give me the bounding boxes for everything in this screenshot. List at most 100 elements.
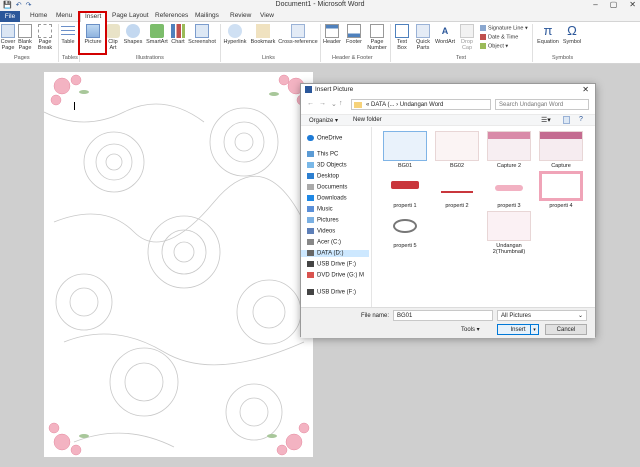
preview-pane-icon[interactable] (563, 116, 570, 124)
maximize-icon[interactable]: ▢ (610, 0, 618, 9)
smartart-button[interactable]: SmartArt (146, 24, 168, 45)
nav-item-acer-c[interactable]: Acer (C:) (307, 239, 341, 246)
thumbnail-image (383, 131, 427, 161)
cancel-button[interactable]: Cancel (545, 324, 587, 335)
nav-item-this-pc[interactable]: This PC (307, 151, 338, 158)
wordart-button[interactable]: A WordArt (434, 24, 456, 45)
tab-menu[interactable]: Menu (56, 12, 72, 19)
insert-label: Insert (510, 327, 526, 333)
footer-button[interactable]: Footer (344, 24, 364, 45)
file-item[interactable]: properti 2 (435, 171, 479, 209)
insert-dropdown-icon[interactable]: ▾ (530, 325, 538, 334)
file-item[interactable]: BG02 (435, 131, 479, 169)
tab-page-layout[interactable]: Page Layout (112, 12, 149, 19)
cover-page-button[interactable]: Cover Page (0, 24, 16, 51)
footer-label: Footer (346, 39, 362, 45)
nav-item-documents[interactable]: Documents (307, 184, 347, 191)
nav-item-onedrive[interactable]: OneDrive (307, 135, 342, 142)
page-number-button[interactable]: Page Number (366, 24, 388, 51)
view-options-icon[interactable]: ☰▾ (541, 116, 551, 124)
object-button[interactable]: Object ▾ (480, 43, 508, 49)
file-item[interactable]: BG01 (383, 131, 427, 169)
nav-item-dvd-g[interactable]: DVD Drive (G:) M (307, 272, 364, 279)
document-page[interactable] (44, 72, 313, 457)
close-icon[interactable]: ✕ (629, 0, 636, 9)
drop-cap-button[interactable]: Drop Cap (456, 24, 478, 51)
file-type-select[interactable]: All Pictures ⌄ (497, 310, 587, 321)
insert-picture-dialog: Insert Picture ✕ ← → ⌄ ↑ « DATA (... › U… (300, 83, 596, 338)
tab-references[interactable]: References (155, 12, 188, 19)
up-icon[interactable]: ↑ (339, 100, 343, 107)
text-box-button[interactable]: Text Box (392, 24, 412, 51)
file-item[interactable]: properti 1 (383, 171, 427, 209)
tab-mailings[interactable]: Mailings (195, 12, 219, 19)
hyperlink-button[interactable]: Hyperlink (222, 24, 248, 45)
page-break-icon (38, 24, 52, 38)
thumbnail-image (383, 211, 427, 241)
screenshot-button[interactable]: Screenshot (188, 24, 216, 45)
search-input[interactable]: Search Undangan Word (495, 99, 589, 110)
chart-button[interactable]: Chart (170, 24, 186, 45)
equation-button[interactable]: π Equation (536, 23, 560, 46)
blank-page-button[interactable]: Blank Page (16, 24, 34, 51)
nav-item-usb-f-2[interactable]: USB Drive (F:) (307, 289, 356, 296)
tab-review[interactable]: Review (230, 12, 251, 19)
cross-reference-button[interactable]: Cross-reference (278, 24, 318, 45)
object-icon (480, 43, 486, 49)
quick-parts-button[interactable]: Quick Parts (412, 24, 434, 51)
file-name-field[interactable]: BG01 (393, 310, 493, 321)
organize-button[interactable]: Organize ▾ (309, 117, 338, 124)
forward-icon[interactable]: → (319, 100, 326, 107)
clip-art-button[interactable]: Clip Art (106, 24, 120, 51)
file-item[interactable]: Undangan 2(Thumbnail) (487, 211, 531, 255)
file-item[interactable]: Capture 2 (487, 131, 531, 169)
help-icon[interactable]: ? (579, 116, 583, 123)
file-item[interactable]: properti 5 (383, 211, 427, 249)
file-item[interactable]: properti 4 (539, 171, 583, 209)
drop-cap-icon (460, 24, 474, 38)
drive-icon (307, 250, 314, 256)
tab-file[interactable]: File (0, 11, 20, 22)
recent-dropdown-icon[interactable]: ⌄ (331, 100, 337, 108)
tab-home[interactable]: Home (30, 12, 47, 19)
minimize-icon[interactable]: – (593, 0, 597, 9)
clip-art-icon (106, 24, 120, 38)
address-path: « DATA (... › Undangan Word (366, 102, 444, 108)
nav-item-videos[interactable]: Videos (307, 228, 335, 235)
nav-item-data-d[interactable]: DATA (D:) (301, 250, 369, 257)
file-name-text: Capture (551, 163, 571, 169)
nav-item-pictures[interactable]: Pictures (307, 217, 339, 224)
symbol-button[interactable]: Ω Symbol (562, 24, 582, 46)
desktop-icon (307, 173, 314, 179)
nav-item-usb-f[interactable]: USB Drive (F:) (307, 261, 356, 268)
new-folder-button[interactable]: New folder (353, 117, 382, 123)
bookmark-button[interactable]: Bookmark (250, 24, 276, 45)
address-bar[interactable]: « DATA (... › Undangan Word (351, 99, 491, 110)
insert-button[interactable]: Insert ▾ (497, 324, 539, 335)
page-break-button[interactable]: Page Break (36, 24, 54, 51)
nav-item-music[interactable]: Music (307, 206, 333, 213)
nav-item-3d-objects[interactable]: 3D Objects (307, 162, 347, 169)
file-item[interactable]: properti 3 (487, 171, 531, 209)
table-button[interactable]: Table (60, 24, 76, 45)
nav-item-downloads[interactable]: Downloads (307, 195, 347, 202)
file-item[interactable]: Capture (539, 131, 583, 169)
date-time-button[interactable]: Date & Time (480, 34, 518, 40)
nav-item-desktop[interactable]: Desktop (307, 173, 339, 180)
dialog-close-icon[interactable]: ✕ (582, 85, 589, 94)
back-icon[interactable]: ← (307, 100, 314, 107)
signature-line-button[interactable]: Signature Line ▾ (480, 25, 528, 31)
signature-line-label: Signature Line (488, 25, 524, 32)
shapes-button[interactable]: Shapes (122, 24, 144, 45)
header-button[interactable]: Header (322, 24, 342, 45)
calendar-icon (480, 34, 486, 40)
hyperlink-icon (228, 24, 242, 38)
nav-label: Documents (317, 184, 348, 191)
computer-icon (307, 151, 314, 157)
tab-view[interactable]: View (260, 12, 274, 19)
file-name-text: Capture 2 (496, 163, 522, 169)
thumbnail-image (487, 131, 531, 161)
title-bar: 💾 ↶ ↷ Document1 - Microsoft Word – ▢ ✕ (0, 0, 640, 11)
pi-icon: π (543, 23, 553, 38)
tools-button[interactable]: Tools ▾ (461, 326, 480, 333)
